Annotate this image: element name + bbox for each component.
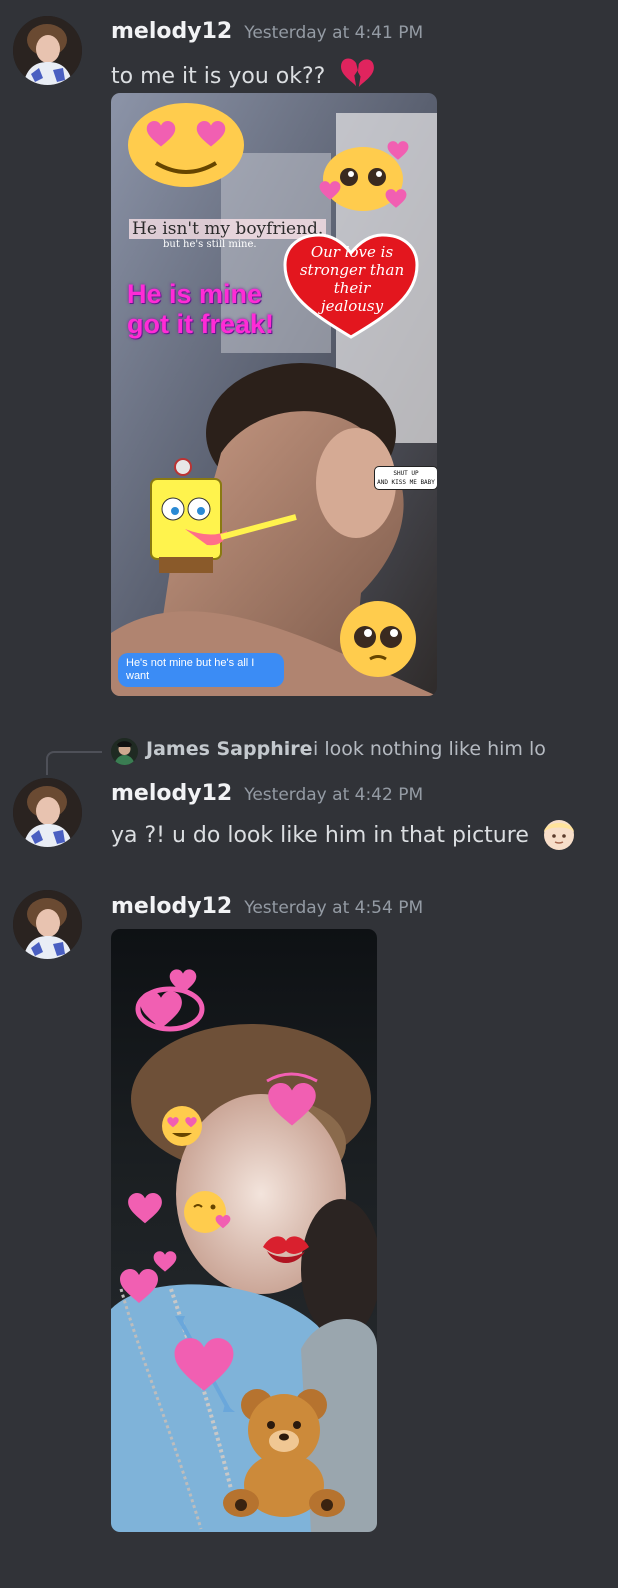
image-attachment-edit[interactable]: He isn't my boyfriend. but he's still mi… (111, 93, 437, 696)
timestamp[interactable]: Yesterday at 4:42 PM (244, 785, 423, 805)
kiss-mark-emoji (263, 1236, 309, 1263)
shut-up-line-1: SHUT UP (393, 470, 419, 477)
timestamp[interactable]: Yesterday at 4:41 PM (244, 23, 423, 43)
avatar[interactable] (13, 890, 82, 959)
love-line-1: Our love is (310, 243, 394, 261)
teddy-bear-emoji (223, 1389, 345, 1517)
pleading-face-emoji (340, 601, 416, 677)
avatar[interactable] (13, 778, 82, 847)
message-text: ya ?! u do look like him in that picture (111, 817, 576, 851)
username[interactable]: melody12 (111, 894, 232, 919)
mine-line-1: He is mine (127, 279, 263, 309)
person-blond-icon (543, 820, 574, 850)
reply-avatar[interactable] (111, 738, 138, 765)
bubble-text: He's not mine but he's all I want (126, 657, 255, 682)
love-sticker-text: Our love is stronger than their jealousy (295, 243, 409, 315)
revolving-hearts-emoji (135, 969, 205, 1032)
love-line-2: stronger than (299, 261, 405, 279)
message-header: melody12 Yesterday at 4:54 PM (111, 894, 423, 919)
growing-heart-emoji (266, 1072, 318, 1126)
message-header: melody12 Yesterday at 4:42 PM (111, 781, 423, 806)
growing-heart-small-emoji (128, 1193, 162, 1224)
pleading-face-hearts-emoji (319, 141, 409, 211)
username[interactable]: melody12 (111, 19, 232, 44)
message-text-body: ya ?! u do look like him in that picture (111, 823, 529, 848)
heart-eyes-emoji (162, 1106, 202, 1146)
kissing-heart-emoji (184, 1191, 231, 1233)
boyfriend-sub: but he's still mine. (163, 239, 257, 250)
message-header: melody12 Yesterday at 4:41 PM (111, 19, 423, 44)
reply-text[interactable]: i look nothing like him lo (313, 738, 546, 760)
shut-up-line-2: AND KISS ME BABY (377, 479, 435, 486)
username[interactable]: melody12 (111, 781, 232, 806)
broken-heart-icon (338, 56, 376, 88)
message-text: to me it is you ok?? (111, 56, 376, 89)
two-hearts-emoji (120, 1251, 177, 1303)
text-bubble-sticker: He's not mine but he's all I want (118, 653, 284, 687)
love-line-3: their (333, 279, 371, 297)
shut-up-speech-bubble: SHUT UP AND KISS ME BABY (374, 466, 437, 490)
avatar[interactable] (13, 16, 82, 85)
image-attachment-photo[interactable] (111, 929, 377, 1532)
message-text-body: to me it is you ok?? (111, 64, 326, 89)
love-line-4: jealousy (320, 297, 384, 315)
reply-username[interactable]: James Sapphire (146, 738, 313, 760)
mine-line-2: got it freak! (127, 309, 275, 339)
spongebob-sticker (150, 458, 297, 573)
reply-spine (46, 751, 102, 775)
heart-eyes-drool-emoji (128, 103, 244, 187)
timestamp[interactable]: Yesterday at 4:54 PM (244, 898, 423, 918)
he-is-mine-sticker: He is mine got it freak! (127, 279, 274, 339)
